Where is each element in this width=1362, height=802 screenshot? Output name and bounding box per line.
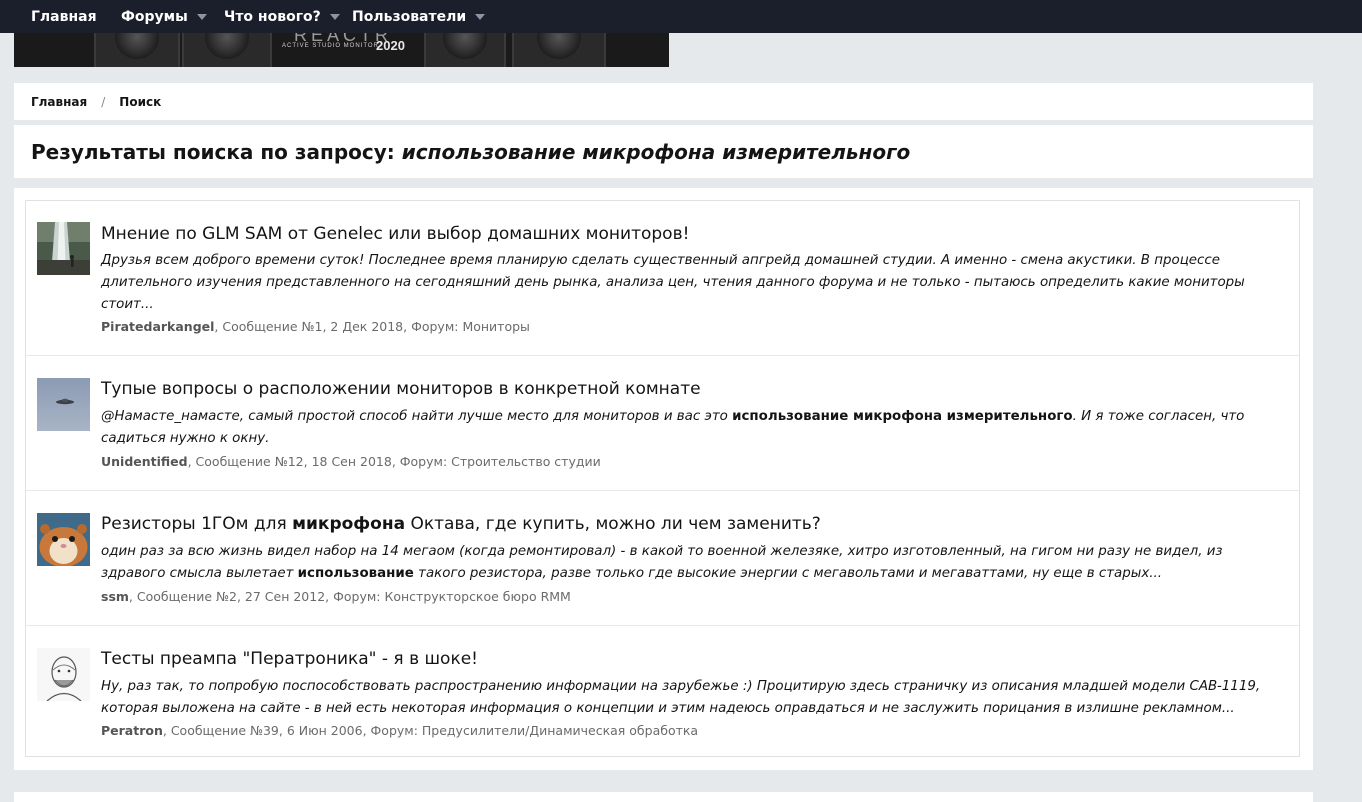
result-snippet: Ну, раз так, то попробую поспособствоват… (101, 676, 1271, 720)
chevron-down-icon[interactable] (196, 14, 207, 20)
speaker-image (94, 33, 180, 67)
nav-members[interactable]: Пользователи (352, 0, 486, 33)
breadcrumb: Главная / Поиск (14, 83, 1313, 120)
result-snippet: один раз за всю жизнь видел набор на 14 … (101, 541, 1271, 585)
title-text: Октава, где купить, можно ли чем заменит… (405, 514, 821, 534)
nav-home-label: Главная (31, 8, 97, 25)
banner-logo: REACTR ACTIVE STUDIO MONITOR 2020 (282, 33, 422, 67)
forum-link[interactable]: Предусилители/Динамическая обработка (422, 723, 698, 738)
top-navigation: Главная Форумы Что нового? Пользователи (0, 0, 1362, 33)
nav-forums-label: Форумы (121, 8, 188, 25)
snippet-text: здравого смысла вылетает (101, 566, 298, 581)
result-title-link[interactable]: Тупые вопросы о расположении мониторов в… (101, 379, 701, 399)
breadcrumb-separator: / (101, 94, 106, 109)
snippet-text: такого резистора, разве только где высок… (413, 566, 1163, 581)
meta-text: , Сообщение №12, 18 Сен 2018, Форум: (187, 454, 452, 469)
forum-link[interactable]: Мониторы (462, 319, 529, 334)
title-text: Резисторы 1ГОм для (101, 514, 293, 534)
result-meta: ssm, Сообщение №2, 27 Сен 2012, Форум: К… (101, 589, 571, 604)
avatar[interactable] (37, 648, 90, 701)
banner-subtitle: ACTIVE STUDIO MONITOR (282, 43, 379, 49)
snippet-line: длительного изучения представленного на … (101, 275, 1245, 290)
author-link[interactable]: Piratedarkangel (101, 319, 214, 334)
speaker-image (424, 33, 506, 67)
result-title-link[interactable]: Резисторы 1ГОм для микрофона Октава, где… (101, 514, 821, 534)
snippet-line: садиться нужно к окну. (101, 431, 270, 446)
chevron-down-icon[interactable] (329, 14, 340, 20)
result-snippet: Друзья всем доброго времени суток! После… (101, 250, 1271, 316)
forum-link[interactable]: Конструкторское бюро RMM (384, 589, 570, 604)
title-highlight: микрофона (292, 514, 406, 534)
forum-link[interactable]: Строительство студии (451, 454, 601, 469)
chevron-down-icon[interactable] (475, 14, 486, 20)
snippet-highlight: использование микрофона измерительного (732, 409, 1073, 424)
author-link[interactable]: Unidentified (101, 454, 188, 469)
avatar[interactable] (37, 513, 90, 566)
author-link[interactable]: ssm (101, 589, 129, 604)
title-prefix: Результаты поиска по запросу: (31, 140, 395, 164)
speaker-image (512, 33, 606, 67)
result-title-link[interactable]: Мнение по GLM SAM от Genelec или выбор д… (101, 224, 689, 244)
banner-year: 2020 (376, 38, 405, 53)
search-result: Тесты преампа "Ператроника" - я в шоке! … (26, 626, 1299, 757)
result-title-link[interactable]: Тесты преампа "Ператроника" - я в шоке! (101, 649, 478, 669)
nav-whats-new-label: Что нового? (224, 8, 321, 25)
snippet-line: стоит... (101, 297, 154, 312)
breadcrumb-search[interactable]: Поиск (119, 95, 161, 109)
speaker-image (182, 33, 272, 67)
nav-home[interactable]: Главная (31, 0, 97, 33)
snippet-line: @Намасте_намасте, самый простой способ н… (101, 406, 1271, 428)
meta-text: , Сообщение №2, 27 Сен 2012, Форум: (128, 589, 385, 604)
avatar[interactable] (37, 378, 90, 431)
search-result: Мнение по GLM SAM от Genelec или выбор д… (26, 201, 1299, 356)
results-panel: Мнение по GLM SAM от Genelec или выбор д… (14, 188, 1313, 770)
search-result: Тупые вопросы о расположении мониторов в… (26, 356, 1299, 491)
nav-members-label: Пользователи (352, 8, 467, 25)
breadcrumb-home[interactable]: Главная (31, 95, 87, 109)
snippet-line: Ну, раз так, то попробую поспособствоват… (101, 679, 1261, 694)
search-result: Резисторы 1ГОм для микрофона Октава, где… (26, 491, 1299, 626)
snippet-line: один раз за всю жизнь видел набор на 14 … (101, 544, 1223, 559)
search-results-list: Мнение по GLM SAM от Genelec или выбор д… (25, 200, 1300, 757)
snippet-text: @Намасте_намасте, самый простой способ н… (101, 409, 733, 424)
author-link[interactable]: Peratron (101, 723, 163, 738)
result-snippet: @Намасте_намасте, самый простой способ н… (101, 406, 1271, 450)
snippet-highlight: использование (297, 566, 414, 581)
result-meta: Piratedarkangel, Сообщение №1, 2 Дек 201… (101, 319, 530, 334)
page-title: Результаты поиска по запросу: использова… (31, 140, 910, 164)
avatar[interactable] (37, 222, 90, 275)
page-header: Результаты поиска по запросу: использова… (14, 125, 1313, 178)
meta-text: , Сообщение №39, 6 Июн 2006, Форум: (162, 723, 422, 738)
meta-text: , Сообщение №1, 2 Дек 2018, Форум: (214, 319, 463, 334)
ad-banner[interactable]: REACTR ACTIVE STUDIO MONITOR 2020 (14, 33, 669, 67)
snippet-line: Друзья всем доброго времени суток! После… (101, 253, 1221, 268)
result-meta: Peratron, Сообщение №39, 6 Июн 2006, Фор… (101, 723, 698, 738)
search-query: использование микрофона измерительного (401, 140, 911, 164)
snippet-line: здравого смысла вылетает использование т… (101, 563, 1271, 585)
result-meta: Unidentified, Сообщение №12, 18 Сен 2018… (101, 454, 601, 469)
snippet-text: . И я тоже согласен, что (1072, 409, 1245, 424)
next-block (14, 792, 1313, 802)
nav-whats-new[interactable]: Что нового? (224, 0, 340, 33)
nav-forums[interactable]: Форумы (121, 0, 207, 33)
snippet-line: которая выложена на сайте - в ней есть н… (101, 701, 1235, 716)
